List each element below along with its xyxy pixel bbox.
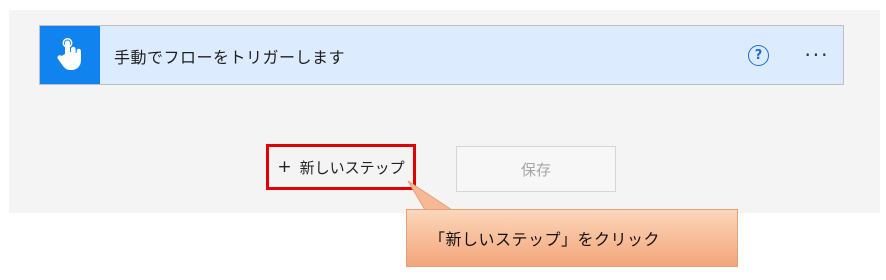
instruction-callout: 「新しいステップ」をクリック — [406, 209, 738, 267]
save-button[interactable]: 保存 — [456, 146, 616, 192]
plus-icon: + — [277, 157, 292, 177]
new-step-button[interactable]: + 新しいステップ — [271, 148, 411, 186]
new-step-label: 新しいステップ — [299, 158, 405, 177]
hand-tap-icon — [57, 38, 81, 70]
trigger-icon-box — [40, 26, 100, 84]
trigger-card[interactable]: 手動でフローをトリガーします ? ··· — [39, 25, 844, 85]
more-options-icon[interactable]: ··· — [800, 40, 834, 70]
trigger-title: 手動でフローをトリガーします — [114, 48, 346, 67]
help-icon[interactable]: ? — [748, 45, 769, 66]
